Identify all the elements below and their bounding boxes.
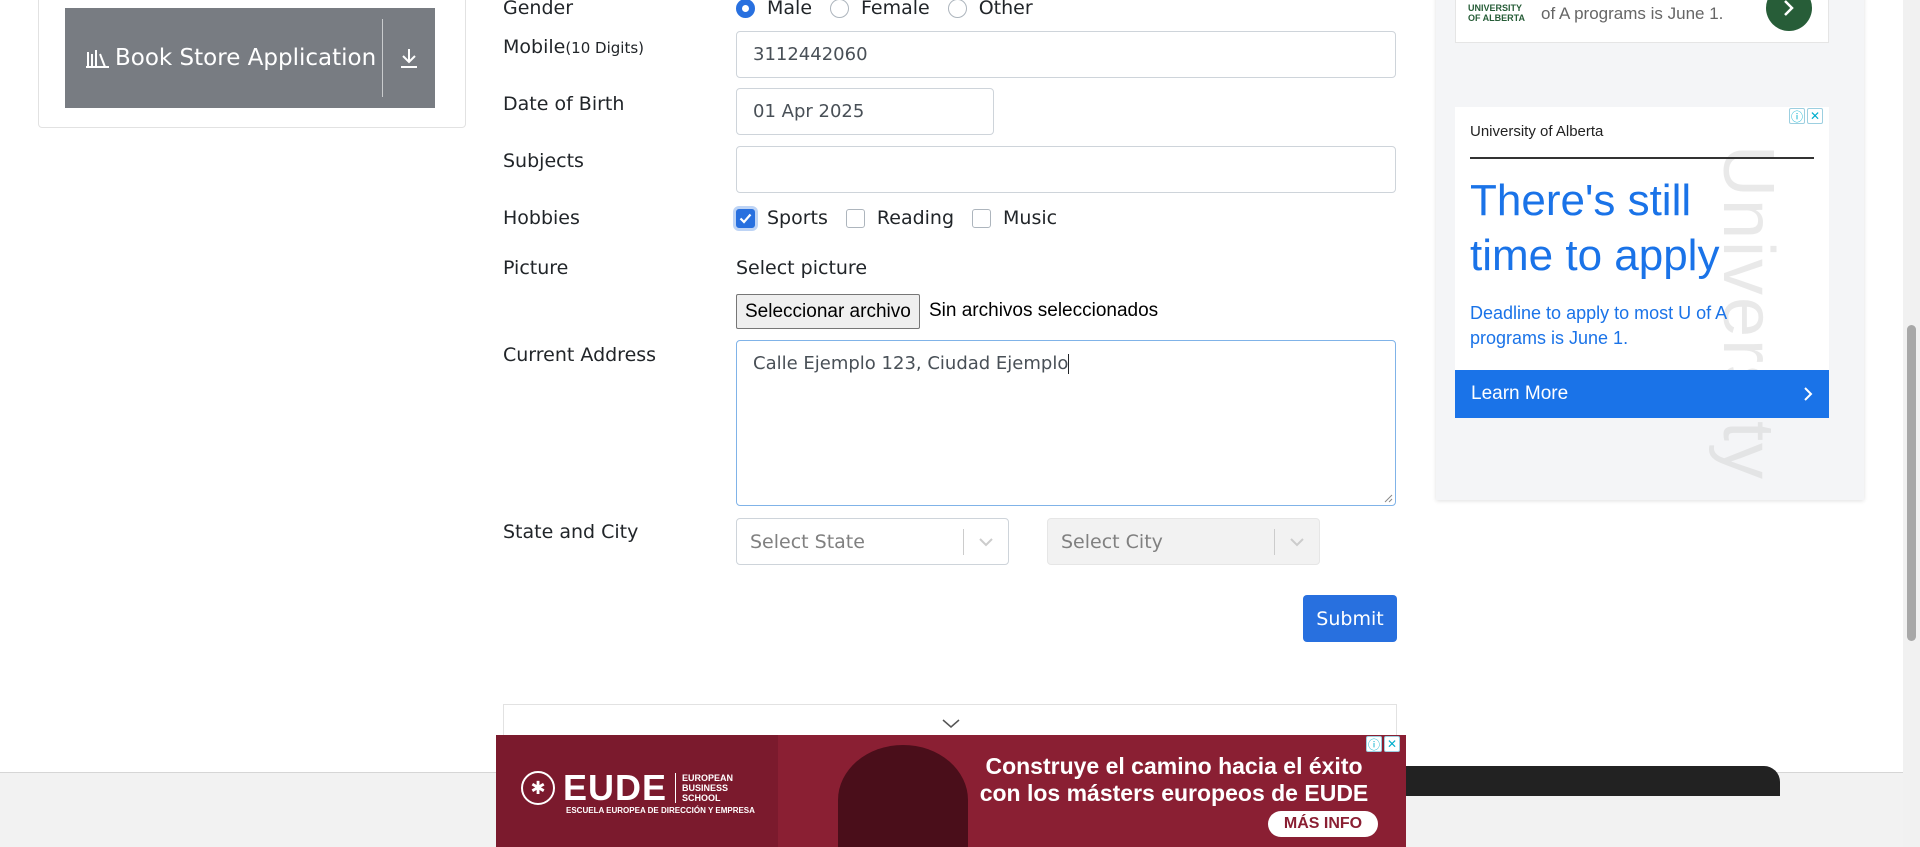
radio-other-label[interactable]: Other — [979, 0, 1033, 19]
hobby-reading[interactable]: Reading — [845, 207, 954, 229]
text-caret — [1068, 354, 1070, 374]
choose-file-button[interactable]: Seleccionar archivo — [736, 294, 920, 329]
resize-grip-icon[interactable] — [1383, 493, 1393, 503]
scrollbar-thumb[interactable] — [1907, 325, 1916, 641]
date-of-birth-input[interactable]: 01 Apr 2025 — [736, 88, 994, 135]
book-store-application-button[interactable]: Book Store Application — [65, 8, 435, 108]
checkbox-music-label[interactable]: Music — [1003, 207, 1057, 229]
hobbies-checkbox-group: Sports Reading Music — [736, 207, 1075, 229]
gender-option-other[interactable]: Other — [947, 0, 1033, 19]
eude-tagline: ESCUELA EUROPEA DE DIRECCIÓN Y EMPRESA — [566, 806, 755, 815]
download-icon[interactable] — [383, 47, 435, 69]
mobile-hint: (10 Digits) — [565, 39, 644, 57]
ad-org-name: University of Alberta — [1470, 123, 1604, 140]
ad-university-top[interactable]: UNIVERSITY OF ALBERTA of A programs is J… — [1455, 0, 1829, 43]
gender-option-female[interactable]: Female — [830, 0, 930, 19]
gender-radio-group: Male Female Other — [736, 0, 1051, 19]
eude-emblem-icon: ✱ — [521, 771, 555, 805]
banner-ad-choices[interactable]: ⓘ ✕ — [1366, 736, 1400, 752]
banner-message: Construye el camino hacia el éxito con l… — [979, 753, 1369, 806]
state-city-label: State and City — [503, 521, 639, 543]
current-address-label: Current Address — [503, 344, 657, 366]
checkbox-reading[interactable] — [845, 208, 865, 228]
hobby-music[interactable]: Music — [972, 207, 1057, 229]
chevron-down-icon[interactable] — [1275, 537, 1319, 547]
chevron-down-icon[interactable] — [942, 719, 960, 729]
radio-other[interactable] — [947, 0, 967, 18]
ad-university-main[interactable]: University University of Alberta There's… — [1455, 107, 1829, 481]
mobile-label-text: Mobile — [503, 36, 566, 58]
subjects-input[interactable] — [736, 146, 1396, 193]
dob-label: Date of Birth — [503, 93, 625, 115]
eude-banner-ad[interactable]: ✱ EUDE EUROPEAN BUSINESS SCHOOL ESCUELA … — [496, 735, 1406, 847]
mobile-label: Mobile(10 Digits) — [503, 36, 644, 58]
current-address-value: Calle Ejemplo 123, Ciudad Ejemplo — [753, 353, 1069, 374]
checkbox-sports[interactable] — [736, 208, 755, 228]
learn-more-button[interactable]: Learn More — [1455, 370, 1829, 418]
eude-subtitle: EUROPEAN BUSINESS SCHOOL — [675, 773, 735, 803]
checkbox-music[interactable] — [972, 208, 992, 228]
current-address-textarea[interactable]: Calle Ejemplo 123, Ciudad Ejemplo — [736, 340, 1396, 506]
chevron-right-icon — [1804, 387, 1813, 401]
radio-female-label[interactable]: Female — [861, 0, 930, 19]
select-city-dropdown[interactable]: Select City — [1047, 518, 1320, 565]
hobby-sports[interactable]: Sports — [736, 207, 828, 229]
radio-male[interactable] — [736, 0, 755, 18]
mas-info-button[interactable]: MÁS INFO — [1268, 811, 1378, 837]
book-store-application-label: Book Store Application — [115, 45, 377, 71]
chevron-down-icon[interactable] — [964, 537, 1008, 547]
gender-label: Gender — [503, 0, 574, 19]
mobile-input[interactable]: 3112442060 — [736, 31, 1396, 78]
ad-divider — [1470, 157, 1814, 159]
select-state-placeholder: Select State — [750, 530, 865, 553]
books-icon — [85, 48, 111, 68]
eude-logo: ✱ EUDE EUROPEAN BUSINESS SCHOOL — [521, 767, 735, 809]
picture-label: Picture — [503, 257, 569, 279]
ad-choices[interactable]: ⓘ ✕ — [1789, 108, 1823, 124]
floating-bar — [1380, 766, 1780, 796]
checkbox-sports-label[interactable]: Sports — [767, 207, 828, 229]
checkbox-reading-label[interactable]: Reading — [877, 207, 954, 229]
select-city-placeholder: Select City — [1061, 530, 1163, 553]
ad-info-icon[interactable]: ⓘ — [1366, 736, 1382, 752]
gender-option-male[interactable]: Male — [736, 0, 812, 19]
eude-wordmark: EUDE — [563, 767, 668, 808]
ad-subtext: Deadline to apply to most U of A program… — [1470, 303, 1727, 348]
page-scrollbar[interactable] — [1903, 0, 1920, 847]
ad-headline: There's still time to apply — [1470, 176, 1720, 280]
ad-top-text: of A programs is June 1. — [1541, 4, 1724, 23]
select-state-dropdown[interactable]: Select State — [736, 518, 1009, 565]
chevron-right-icon[interactable] — [1766, 0, 1812, 31]
submit-button[interactable]: Submit — [1303, 595, 1397, 642]
ad-close-icon[interactable]: ✕ — [1807, 108, 1823, 124]
hobbies-label: Hobbies — [503, 207, 580, 229]
learn-more-label: Learn More — [1471, 383, 1569, 404]
ad-info-icon[interactable]: ⓘ — [1789, 108, 1805, 124]
radio-male-label[interactable]: Male — [767, 0, 812, 19]
ua-logo: UNIVERSITY OF ALBERTA — [1468, 3, 1525, 23]
ad-close-icon[interactable]: ✕ — [1384, 736, 1400, 752]
subjects-label: Subjects — [503, 150, 584, 172]
radio-female[interactable] — [830, 0, 850, 18]
select-picture-label: Select picture — [736, 257, 868, 279]
file-status: Sin archivos seleccionados — [929, 300, 1159, 321]
